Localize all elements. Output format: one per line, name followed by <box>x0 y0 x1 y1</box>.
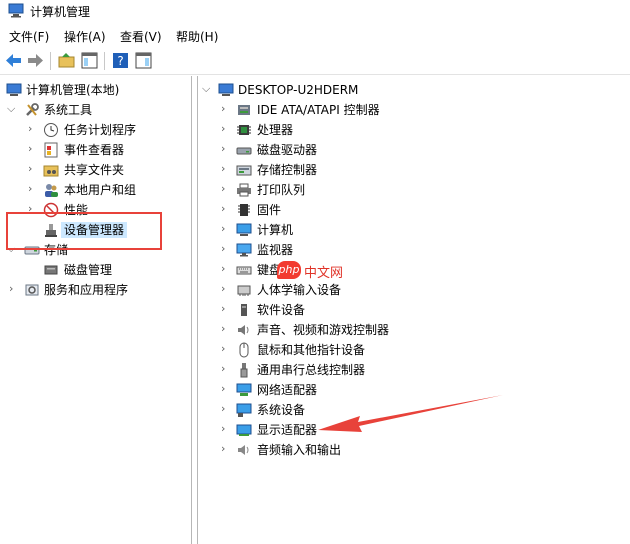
device-category-label: 鼠标和其他指针设备 <box>257 343 366 357</box>
show-hide-tree-icon[interactable] <box>80 51 99 70</box>
chevron-down-icon[interactable]: ⌵ <box>7 103 17 115</box>
chevron-down-icon[interactable]: ⌵ <box>202 83 212 95</box>
chevron-right-icon[interactable]: › <box>221 103 231 115</box>
chevron-right-icon[interactable]: › <box>28 163 38 175</box>
chevron-right-icon[interactable]: › <box>221 403 231 415</box>
watermark-text: 中文网 <box>304 266 344 281</box>
menu-action[interactable]: 操作(A) <box>64 28 106 45</box>
shared-folder-icon <box>43 162 59 178</box>
device-category-label: 磁盘驱动器 <box>257 143 318 157</box>
device-category-label: 处理器 <box>257 123 294 137</box>
computer-icon <box>218 82 234 98</box>
device-category-label: 声音、视频和游戏控制器 <box>257 323 390 337</box>
device-category-label: 人体学输入设备 <box>257 283 342 297</box>
toolbar-separator <box>50 52 51 70</box>
device-category-label: 网络适配器 <box>257 383 318 397</box>
device-category-label: 打印队列 <box>257 183 306 197</box>
computer-management-icon <box>8 3 24 18</box>
event-viewer-icon <box>43 142 59 158</box>
chevron-right-icon[interactable]: › <box>221 283 231 295</box>
chevron-right-icon[interactable]: › <box>221 383 231 395</box>
chevron-right-icon[interactable]: › <box>221 183 231 195</box>
chevron-right-icon[interactable]: › <box>28 183 38 195</box>
users-icon <box>43 182 59 198</box>
chevron-right-icon[interactable]: › <box>221 303 231 315</box>
back-arrow-icon[interactable] <box>4 51 23 70</box>
device-category-label: 固件 <box>257 203 282 217</box>
chevron-right-icon[interactable]: › <box>28 123 38 135</box>
menu-file[interactable]: 文件(F) <box>9 28 49 45</box>
chevron-right-icon[interactable]: › <box>221 423 231 435</box>
chevron-right-icon[interactable]: › <box>221 363 231 375</box>
network-adapter-icon <box>236 382 252 398</box>
chevron-right-icon[interactable]: › <box>221 223 231 235</box>
audio-io-icon <box>236 442 252 458</box>
highlight-box <box>6 212 162 250</box>
toolbar: ? <box>0 48 630 75</box>
printer-icon <box>236 182 252 198</box>
device-category-label: 存储控制器 <box>257 163 318 177</box>
device-category-label: 显示适配器 <box>257 423 318 437</box>
disk-drive-icon <box>236 142 252 158</box>
chevron-right-icon[interactable]: › <box>221 343 231 355</box>
mouse-icon <box>236 342 252 358</box>
chevron-right-icon[interactable]: › <box>221 443 231 455</box>
monitor-icon <box>236 242 252 258</box>
processor-icon <box>236 122 252 138</box>
toolbar-separator <box>104 52 105 70</box>
services-icon <box>24 282 40 298</box>
device-category-label: 音频输入和输出 <box>257 443 342 457</box>
chevron-right-icon[interactable]: › <box>221 163 231 175</box>
storage-controller-icon <box>236 162 252 178</box>
chevron-right-icon[interactable]: › <box>221 123 231 135</box>
device-category-label: 通用串行总线控制器 <box>257 363 366 377</box>
window-title: 计算机管理 <box>30 5 91 19</box>
hid-icon <box>236 282 252 298</box>
tools-icon <box>24 102 40 118</box>
menu-help[interactable]: 帮助(H) <box>176 28 218 45</box>
ide-controller-icon <box>236 102 252 118</box>
device-category-label: 监视器 <box>257 243 294 257</box>
help-icon[interactable]: ? <box>111 51 130 70</box>
usb-icon <box>236 362 252 378</box>
chevron-right-icon[interactable]: › <box>28 143 38 155</box>
chevron-right-icon[interactable]: › <box>221 143 231 155</box>
disk-management-icon <box>43 262 59 278</box>
chevron-right-icon[interactable]: › <box>221 323 231 335</box>
computer-icon <box>236 222 252 238</box>
menu-view[interactable]: 查看(V) <box>120 28 162 45</box>
sound-icon <box>236 322 252 338</box>
annotation-arrow <box>318 395 503 432</box>
device-category-label: 软件设备 <box>257 303 306 317</box>
title-bar: 计算机管理 <box>0 0 630 22</box>
chevron-right-icon[interactable]: › <box>221 203 231 215</box>
device-category-label: IDE ATA/ATAPI 控制器 <box>257 103 380 117</box>
computer-management-icon <box>6 82 22 98</box>
clock-icon <box>43 122 59 138</box>
show-action-pane-icon[interactable] <box>134 51 153 70</box>
php-logo: php <box>277 261 301 279</box>
menu-bar: 文件(F) 操作(A) 查看(V) 帮助(H) <box>0 26 630 46</box>
chevron-right-icon[interactable]: › <box>9 283 19 295</box>
forward-arrow-icon[interactable] <box>26 51 45 70</box>
device-category-label: 计算机 <box>257 223 294 237</box>
firmware-icon <box>236 202 252 218</box>
display-adapter-icon <box>236 422 252 438</box>
system-device-icon <box>236 402 252 418</box>
keyboard-icon <box>236 262 252 278</box>
software-device-icon <box>236 302 252 318</box>
svg-text:?: ? <box>117 54 123 68</box>
device-category-label: 系统设备 <box>257 403 306 417</box>
up-folder-icon[interactable] <box>57 51 76 70</box>
chevron-right-icon[interactable]: › <box>221 263 231 275</box>
chevron-right-icon[interactable]: › <box>221 243 231 255</box>
